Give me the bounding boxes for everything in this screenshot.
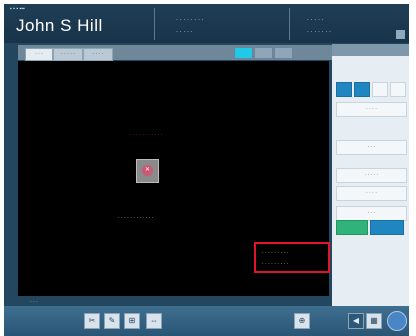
panel-field-4[interactable]: · · · · (336, 186, 407, 201)
menu-bar[interactable]: ▪ ▪ ▪ ▪▪▪ (10, 6, 25, 12)
tool-icon-5[interactable]: ⊕ (294, 313, 310, 329)
panel-field-1[interactable]: · · · · (336, 102, 407, 117)
layout-2x2-button[interactable] (274, 47, 293, 59)
layout-1x1-button[interactable] (234, 47, 253, 59)
patient-info-line2: · · · · · (176, 29, 193, 35)
panel-button-4[interactable] (390, 82, 406, 97)
tool-icon-1[interactable]: ✂ (84, 313, 100, 329)
tool-icon-3[interactable]: ⊞ (124, 313, 140, 329)
panel-field-3[interactable]: · · · · · (336, 168, 407, 183)
no-image-icon: ✕ (142, 165, 153, 176)
tab-1[interactable]: · · · (25, 48, 53, 61)
tab-2[interactable]: · · · · · (53, 48, 83, 61)
header-bar: ▪ ▪ ▪ ▪▪▪ John S Hill · · · · · · · · · … (4, 4, 409, 43)
application-window: ▪ ▪ ▪ ▪▪▪ John S Hill · · · · · · · · · … (4, 4, 409, 336)
study-info-line2: · · · · · · · (307, 29, 331, 35)
divider (154, 8, 155, 40)
tool-icon-2[interactable]: ✎ (104, 313, 120, 329)
panel-button-3[interactable] (372, 82, 388, 97)
action-round-button[interactable] (387, 311, 407, 331)
patient-info-line1: · · · · · · · · (176, 17, 204, 23)
panel-field-2[interactable]: · · · (336, 140, 407, 155)
viewer-caption: · · · · · · · · · · · · (118, 215, 154, 221)
bottom-toolbar: ✂ ✎ ⊞ ⇔ ⊕ ◀ ▦ (4, 306, 409, 336)
scroll-handle[interactable] (396, 30, 405, 39)
grid-icon[interactable]: ▦ (366, 313, 382, 329)
study-info-line1: · · · · · (307, 17, 324, 23)
tool-icon-4[interactable]: ⇔ (146, 313, 162, 329)
panel-field-5[interactable]: · · · (336, 206, 407, 221)
panel-blue-button[interactable] (370, 220, 404, 235)
right-panel-header (332, 44, 409, 56)
viewer-corner-text: · · · (30, 299, 38, 305)
patient-name: John S Hill (16, 16, 103, 35)
tab-3[interactable]: · · · · (83, 48, 113, 61)
image-viewer[interactable]: · · · · · · · · · · · ✕ · · · · · · · · … (18, 61, 330, 305)
panel-button-2[interactable] (354, 82, 370, 97)
panel-green-button[interactable] (336, 220, 368, 235)
right-panel: · · · · · · · · · · · · · · · · · · · (332, 44, 409, 306)
panel-button-1[interactable] (336, 82, 352, 97)
tab-bar: · · · · · · · · · · · · (18, 45, 342, 61)
highlight-box (254, 242, 330, 273)
prev-icon[interactable]: ◀ (348, 313, 364, 329)
layout-2x1-button[interactable] (254, 47, 273, 59)
viewer-title: · · · · · · · · · · · (130, 132, 163, 138)
image-thumbnail[interactable]: ✕ (136, 159, 159, 183)
divider (289, 8, 290, 40)
